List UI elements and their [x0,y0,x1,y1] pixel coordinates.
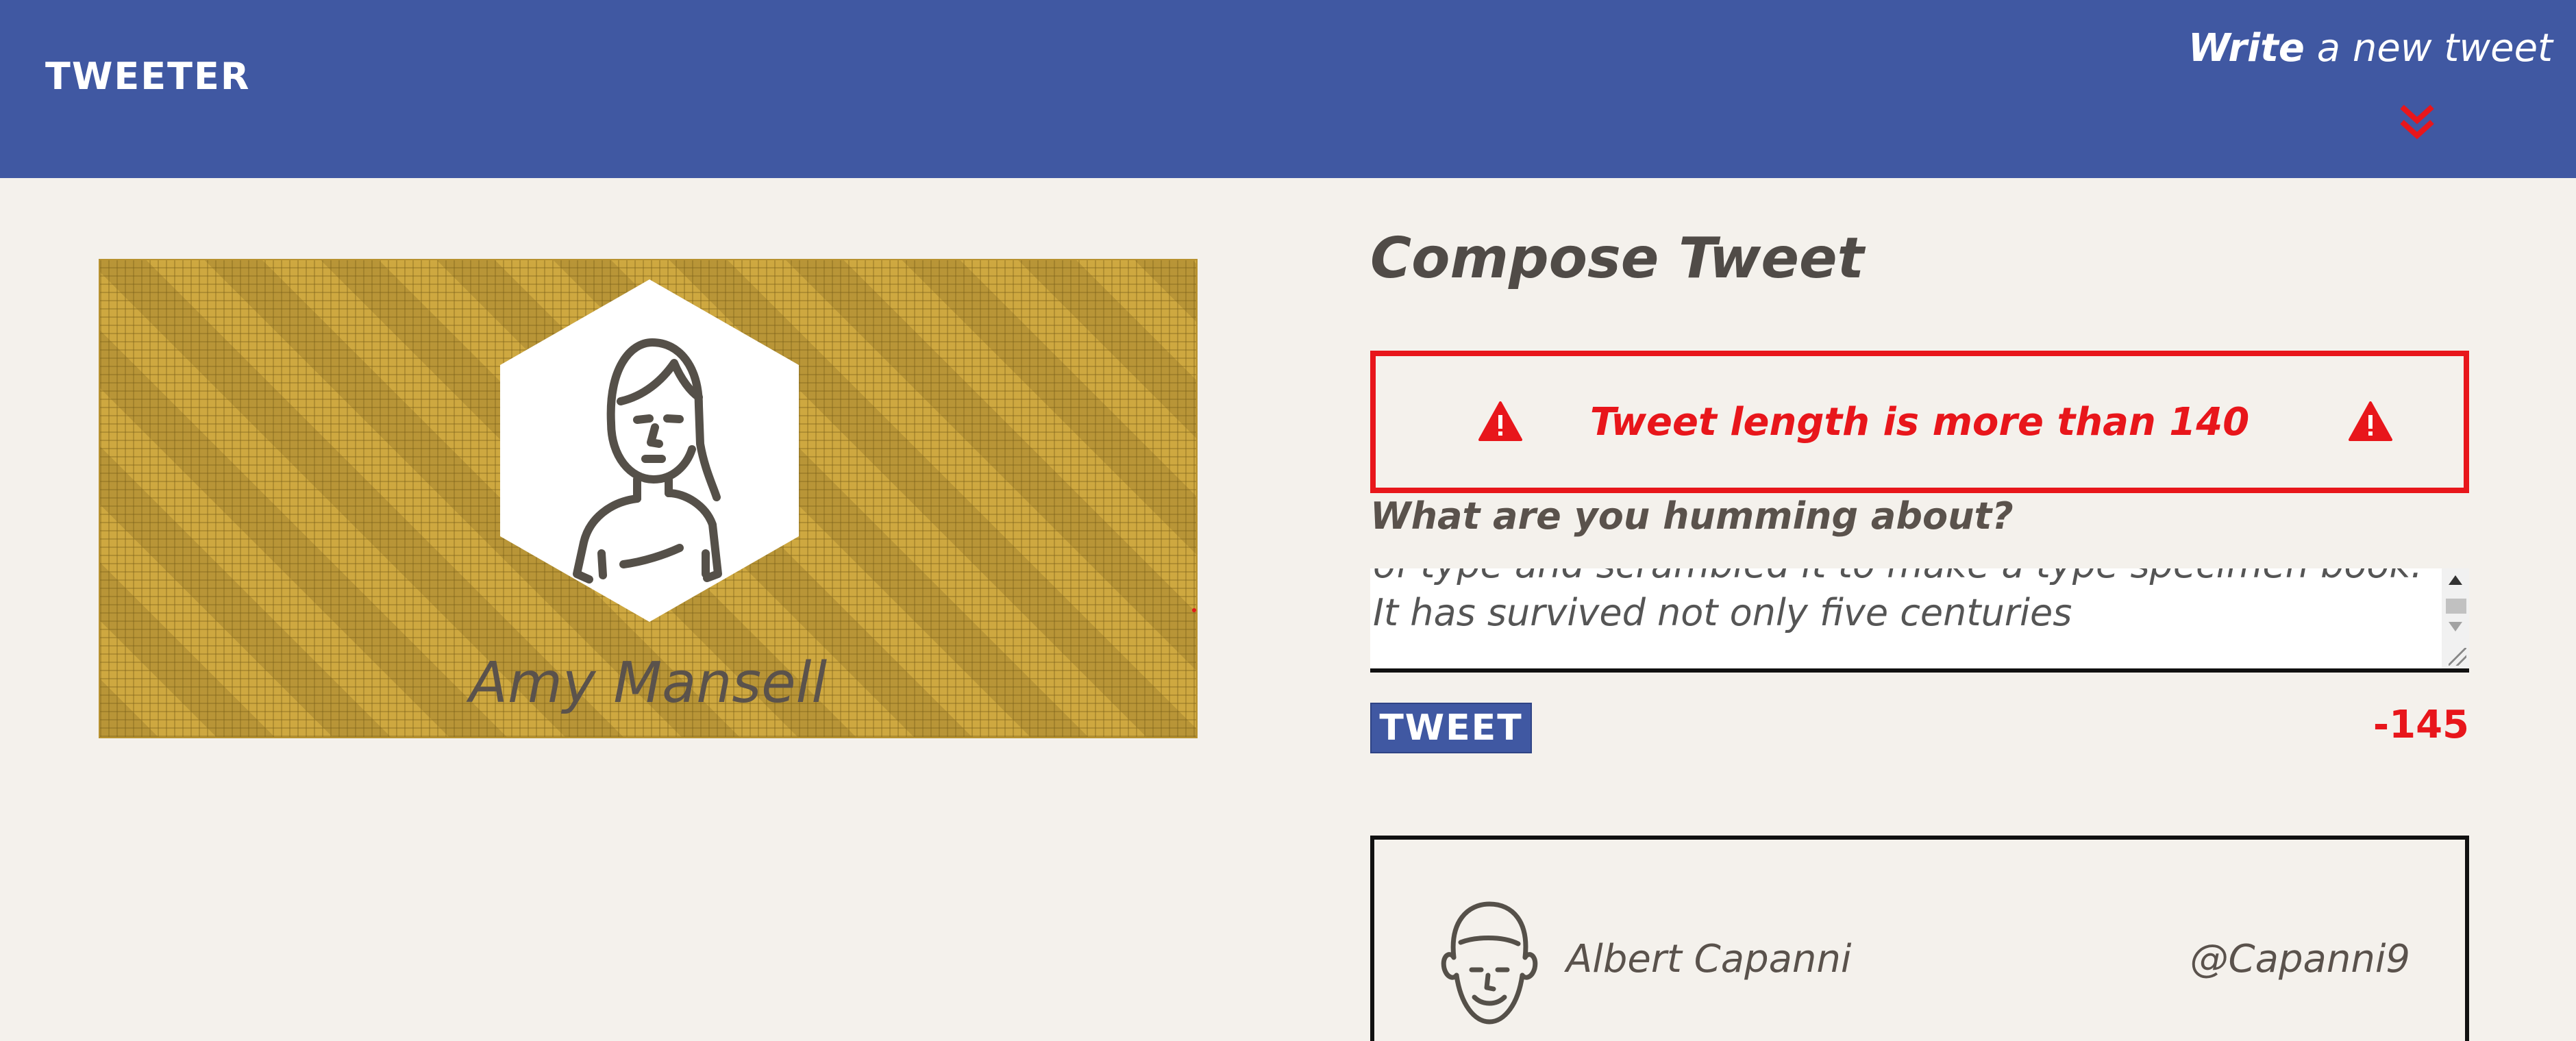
tweet-author-name[interactable]: Albert Capanni [1566,937,1851,981]
decorative-dot [1192,608,1196,612]
write-new-tweet-link[interactable]: Write a new tweet [2188,26,2553,71]
error-alert: Tweet length is more than 140 [1370,351,2469,493]
compose-title: Compose Tweet [1370,226,1864,291]
write-link-bold: Write [2188,26,2305,71]
character-counter: -145 [2373,703,2469,747]
profile-card: Amy Mansell [99,259,1198,738]
brand-logo[interactable]: TWEETER [45,55,250,98]
tweet-author-handle[interactable]: @Capanni9 [2190,937,2410,981]
tweet-submit-button[interactable]: TWEET [1370,703,1532,753]
alert-message: Tweet length is more than 140 [1589,400,2250,444]
warning-triangle-icon [2349,401,2392,441]
resize-grip-icon[interactable] [2449,648,2466,666]
tweet-textarea[interactable]: of type and scrambled it to make a type … [1370,568,2469,673]
woman-avatar-icon [500,279,799,622]
top-nav-bar: TWEETER Write a new tweet [0,0,2576,178]
profile-name: Amy Mansell [469,651,828,716]
scroll-up-arrow-icon[interactable] [2449,575,2462,585]
man-avatar-icon [1441,901,1538,1025]
tweet-text-value[interactable]: of type and scrambled it to make a type … [1373,568,2428,637]
scroll-down-arrow-icon[interactable] [2449,622,2462,631]
double-chevron-down-icon[interactable] [2398,101,2436,142]
write-link-rest: a new tweet [2304,26,2553,71]
scroll-thumb[interactable] [2446,599,2466,614]
tweet-card: Albert Capanni @Capanni9 [1370,836,2469,1041]
tweet-prompt-label: What are you humming about? [1370,494,2014,538]
